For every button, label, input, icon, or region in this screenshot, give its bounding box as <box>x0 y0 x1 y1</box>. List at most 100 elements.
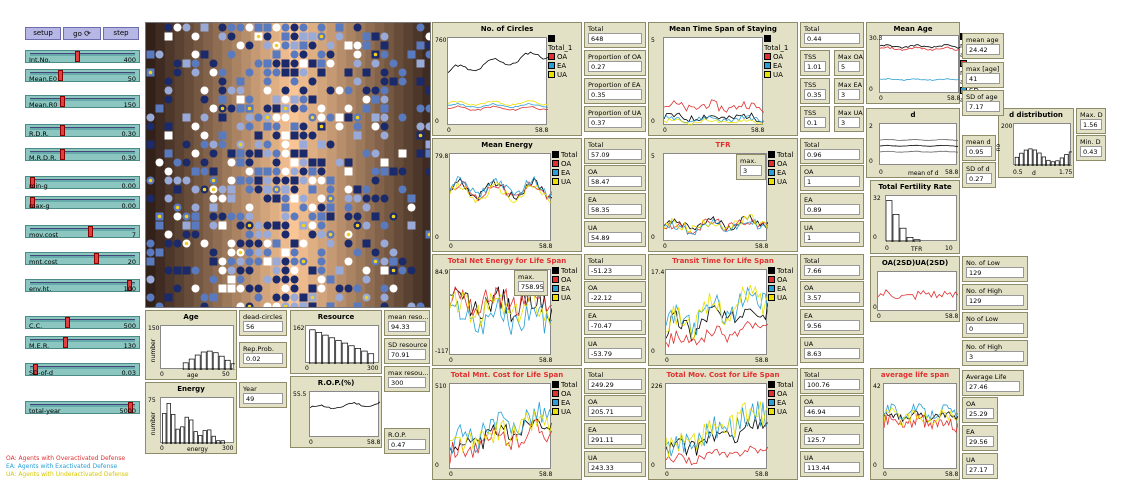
slider-knob[interactable] <box>58 70 63 81</box>
agent-circle <box>200 293 209 302</box>
slider-min-g[interactable]: min-g 0.00 <box>25 176 140 190</box>
x-max: 58.8 <box>367 439 381 446</box>
slider-knob[interactable] <box>60 149 65 160</box>
plot-title: Mean Energy <box>481 141 533 149</box>
monitor-max-ea: Max EA 3 <box>834 78 864 104</box>
legend-notes: OA: Agents with Overactivated Defense EA… <box>6 455 129 479</box>
agent-square <box>146 257 155 266</box>
go-button[interactable]: go ⟳ <box>63 27 101 40</box>
slider-sd-of-d[interactable]: SD-of-d 0.03 <box>25 363 140 377</box>
slider-knob[interactable] <box>60 125 65 136</box>
agent-square <box>164 293 173 302</box>
agent-square <box>236 104 245 113</box>
monitor-label: Max UA <box>838 109 863 117</box>
slider-max-g[interactable]: max-g 0.00 <box>25 196 140 210</box>
legend-entry: EA <box>764 62 797 71</box>
legend-entry: Total_1 <box>764 35 797 53</box>
plot-title: Age <box>183 313 199 321</box>
monitor-value: 7.66 <box>804 265 860 276</box>
agent-circle <box>173 284 182 293</box>
monitor-value: 3.57 <box>804 292 860 303</box>
slider-knob[interactable] <box>60 96 65 107</box>
legend-swatch <box>552 178 559 185</box>
monitor-value: 41 <box>966 73 1000 84</box>
agent-circle <box>236 239 245 248</box>
slider-mov-cost[interactable]: mov.cost 7 <box>25 225 140 239</box>
plot-svg <box>665 401 769 466</box>
agent-circle <box>299 239 308 248</box>
plot-area <box>305 325 379 365</box>
agent-square <box>164 149 173 158</box>
slider-m-e-r[interactable]: M.E.R. 130 <box>25 336 140 350</box>
slider-total-year[interactable]: total-year 5000 <box>25 401 140 415</box>
slider-mnt-cost[interactable]: mnt.cost 20 <box>25 252 140 266</box>
world-view[interactable] <box>145 22 431 308</box>
legend-swatch <box>768 178 775 185</box>
agent-square <box>281 32 290 41</box>
monitor-label: UA <box>966 456 976 464</box>
series-line <box>879 150 959 153</box>
monitor-energy-ua: UA 54.89 <box>584 221 646 247</box>
slider-r-d-r[interactable]: R.D.R. 0.30 <box>25 124 140 138</box>
slider-mean-e0[interactable]: Mean.E0 50 <box>25 69 140 83</box>
y-label: number <box>150 338 158 363</box>
monitor-value: 300 <box>388 377 426 388</box>
slider-label: R.D.R. <box>29 130 49 138</box>
slider-c-c[interactable]: C.C. 500 <box>25 316 140 330</box>
series-line <box>663 114 765 124</box>
agent-square <box>353 302 362 307</box>
agent-circle <box>281 167 290 176</box>
resource-dot <box>274 187 279 192</box>
legend-swatch <box>552 151 559 158</box>
slider-knob[interactable] <box>65 317 70 328</box>
step-button[interactable]: step <box>103 27 139 40</box>
monitor-value: 3 <box>838 117 860 128</box>
slider-knob[interactable] <box>88 226 93 237</box>
legend-swatch <box>768 399 775 406</box>
monitor-value: 243.33 <box>588 462 642 473</box>
agent-circle <box>371 194 380 203</box>
x-min: 0 <box>665 357 669 364</box>
agent-circle <box>209 212 218 221</box>
agent-circle <box>335 122 344 131</box>
setup-button[interactable]: setup <box>25 27 61 40</box>
slider-int-no[interactable]: Int.No. 400 <box>25 50 140 64</box>
slider-m-r-d-r[interactable]: M.R.D.R. 0.30 <box>25 148 140 162</box>
monitor-energy-ea: EA 58.35 <box>584 193 646 219</box>
monitor-mnt-ea: EA 291.11 <box>584 423 646 449</box>
slider-knob[interactable] <box>94 253 99 264</box>
agent-circle <box>254 221 263 230</box>
agent-circle <box>272 68 281 77</box>
agent-circle <box>371 86 380 95</box>
agent-circle <box>227 257 236 266</box>
x-min: 0 <box>879 95 883 102</box>
agent-circle <box>362 86 371 95</box>
agent-square <box>281 185 290 194</box>
agent-circle <box>398 68 407 77</box>
agent-circle <box>335 32 344 41</box>
agent-circle <box>191 185 200 194</box>
slider-knob[interactable] <box>63 337 68 348</box>
agent-square <box>227 284 236 293</box>
series-line <box>663 118 765 126</box>
monitor-label: Year <box>243 385 257 393</box>
slider-env-ht[interactable]: env.ht. 100 <box>25 279 140 293</box>
agent-circle <box>290 293 299 302</box>
legend-entry: UA <box>764 71 797 80</box>
monitor-ls-oa: OA 25.29 <box>962 397 998 423</box>
monitor-mov-ua: UA 113.44 <box>800 451 864 477</box>
monitor-label: Proportion of UA <box>588 109 642 117</box>
monitor-min-d: Min. D 0.43 <box>1076 135 1106 161</box>
plot-area <box>160 397 234 445</box>
agent-square <box>425 149 430 158</box>
slider-knob[interactable] <box>75 51 80 62</box>
agent-circle <box>389 284 398 293</box>
agent-square <box>236 149 245 158</box>
agent-circle <box>380 86 389 95</box>
agent-circle <box>344 239 353 248</box>
agent-square <box>326 212 335 221</box>
agent-circle <box>326 41 335 50</box>
age-histogram: Age 150 0 50 age number <box>145 310 249 380</box>
slider-mean-r0[interactable]: Mean.R0 150 <box>25 95 140 109</box>
slider-label: min-g <box>29 182 48 190</box>
